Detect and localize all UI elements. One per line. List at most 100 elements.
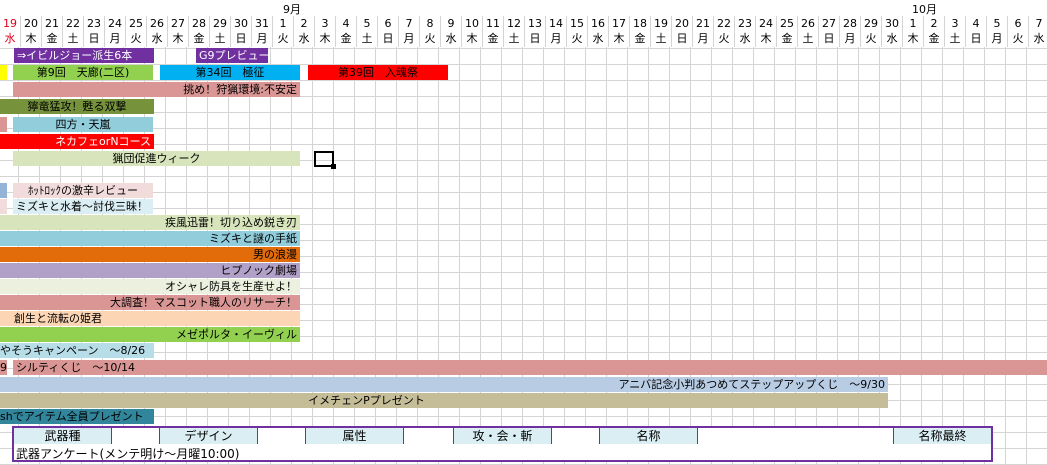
weekday-cell[interactable]: 日: [231, 31, 252, 47]
event-bar[interactable]: 猟団促進ウィーク: [13, 151, 300, 166]
weekday-cell[interactable]: 火: [126, 31, 147, 47]
survey-blank-cell[interactable]: [552, 428, 600, 444]
weekday-cell[interactable]: 水: [147, 31, 168, 47]
weekday-cell[interactable]: 水: [0, 31, 21, 47]
date-cell[interactable]: 29: [861, 16, 882, 32]
date-cell[interactable]: 13: [525, 16, 546, 32]
weekday-cell[interactable]: 日: [525, 31, 546, 47]
weekday-cell[interactable]: 木: [315, 31, 336, 47]
event-bar[interactable]: シルティくじ ～10/14: [13, 360, 1047, 375]
event-bar[interactable]: メゼポルタ・イーヴィル: [0, 327, 300, 342]
date-cell[interactable]: 5: [357, 16, 378, 32]
date-cell[interactable]: 31: [252, 16, 273, 32]
event-bar[interactable]: 獰竜猛攻！甦る双撃: [0, 99, 154, 114]
date-cell[interactable]: 30: [882, 16, 903, 32]
weekday-cell[interactable]: 土: [651, 31, 672, 47]
weekday-cell[interactable]: 金: [336, 31, 357, 47]
weekday-cell[interactable]: 金: [924, 31, 945, 47]
event-bar[interactable]: アニバ記念小判あつめてステップアップくじ ～9/30: [0, 377, 888, 392]
weekday-cell[interactable]: 水: [588, 31, 609, 47]
weekday-cell[interactable]: 木: [21, 31, 42, 47]
event-bar[interactable]: 男の浪漫: [0, 247, 300, 262]
weekday-cell[interactable]: 月: [693, 31, 714, 47]
weekday-cell[interactable]: 火: [714, 31, 735, 47]
date-cell[interactable]: 20: [21, 16, 42, 32]
date-cell[interactable]: 22: [714, 16, 735, 32]
weekday-cell[interactable]: 月: [252, 31, 273, 47]
weekday-cell[interactable]: 月: [546, 31, 567, 47]
date-cell[interactable]: 25: [126, 16, 147, 32]
weekday-cell[interactable]: 土: [798, 31, 819, 47]
date-cell[interactable]: 18: [630, 16, 651, 32]
survey-blank-cell[interactable]: [112, 428, 160, 444]
weekday-cell[interactable]: 金: [42, 31, 63, 47]
date-cell[interactable]: 3: [315, 16, 336, 32]
date-cell[interactable]: 7: [399, 16, 420, 32]
weekday-cell[interactable]: 日: [672, 31, 693, 47]
weekday-cell[interactable]: 土: [210, 31, 231, 47]
date-cell[interactable]: 4: [966, 16, 987, 32]
weekday-cell[interactable]: 日: [819, 31, 840, 47]
event-bar[interactable]: 創生と流転の姫君: [0, 311, 300, 326]
survey-blank-cell[interactable]: [698, 428, 894, 444]
event-bar[interactable]: [0, 183, 7, 198]
weekday-cell[interactable]: 金: [777, 31, 798, 47]
event-bar[interactable]: 疾風迅雷！切り込め鋭き刃: [0, 215, 300, 230]
event-bar[interactable]: ヒプノック劇場: [0, 263, 300, 278]
date-cell[interactable]: 23: [84, 16, 105, 32]
weekday-cell[interactable]: 火: [861, 31, 882, 47]
weekday-cell[interactable]: 金: [189, 31, 210, 47]
survey-blank-cell[interactable]: [404, 428, 454, 444]
weekday-cell[interactable]: 日: [84, 31, 105, 47]
date-cell[interactable]: 19: [651, 16, 672, 32]
date-cell[interactable]: 9: [441, 16, 462, 32]
date-cell[interactable]: 28: [840, 16, 861, 32]
date-cell[interactable]: 17: [609, 16, 630, 32]
weekday-cell[interactable]: 水: [441, 31, 462, 47]
date-cell[interactable]: 2: [294, 16, 315, 32]
date-cell[interactable]: 1: [903, 16, 924, 32]
event-bar[interactable]: ミズキと謎の手紙: [0, 231, 300, 246]
event-bar[interactable]: 大調査！マスコット職人のリサーチ！: [0, 295, 300, 310]
date-cell[interactable]: 26: [798, 16, 819, 32]
weekday-cell[interactable]: 土: [945, 31, 966, 47]
date-cell[interactable]: 8: [420, 16, 441, 32]
weekday-cell[interactable]: 火: [420, 31, 441, 47]
date-cell[interactable]: 14: [546, 16, 567, 32]
date-cell[interactable]: 5: [987, 16, 1008, 32]
fill-handle[interactable]: [331, 164, 336, 169]
event-bar[interactable]: ミズキと水着～討伐三昧！: [13, 199, 153, 214]
event-bar[interactable]: 第34回 極征: [160, 65, 300, 80]
event-bar[interactable]: ﾎｯﾄﾛｯｸの激辛レビュー: [13, 183, 153, 198]
spreadsheet-sheet[interactable]: 9月 10月 19 20 21 22 23 24 25 26 27 28 29 30 31 1 2 3 4 5 6 7…: [0, 0, 1047, 465]
date-cell[interactable]: 4: [336, 16, 357, 32]
date-cell[interactable]: 21: [42, 16, 63, 32]
event-bar[interactable]: ネカフェorNコース: [0, 134, 154, 149]
weekday-cell[interactable]: 水: [882, 31, 903, 47]
event-bar[interactable]: イメチェンPプレゼント: [0, 393, 888, 408]
weekday-cell[interactable]: 金: [483, 31, 504, 47]
weekday-cell[interactable]: 金: [630, 31, 651, 47]
event-bar[interactable]: 9: [0, 360, 7, 375]
weekday-cell[interactable]: 水: [735, 31, 756, 47]
event-bar[interactable]: ⇒イビルジョー派生6本: [14, 48, 154, 63]
event-bar[interactable]: やそうキャンペーン ～8/26: [0, 343, 154, 358]
event-bar[interactable]: G9プレビュー: [196, 48, 268, 63]
date-cell[interactable]: 2: [924, 16, 945, 32]
date-cell[interactable]: 29: [210, 16, 231, 32]
date-cell[interactable]: 6: [1008, 16, 1029, 32]
date-cell[interactable]: 24: [105, 16, 126, 32]
event-bar[interactable]: shでアイテム全員プレゼント: [0, 409, 154, 424]
date-cell[interactable]: 24: [756, 16, 777, 32]
weekday-cell[interactable]: 木: [756, 31, 777, 47]
weekday-cell[interactable]: 木: [903, 31, 924, 47]
weekday-cell[interactable]: 月: [399, 31, 420, 47]
date-cell[interactable]: 27: [168, 16, 189, 32]
date-cell[interactable]: 12: [504, 16, 525, 32]
date-cell[interactable]: 19: [0, 16, 21, 32]
weekday-cell[interactable]: 木: [462, 31, 483, 47]
date-cell[interactable]: 21: [693, 16, 714, 32]
date-cell[interactable]: 30: [231, 16, 252, 32]
date-cell[interactable]: 16: [588, 16, 609, 32]
date-cell[interactable]: 28: [189, 16, 210, 32]
